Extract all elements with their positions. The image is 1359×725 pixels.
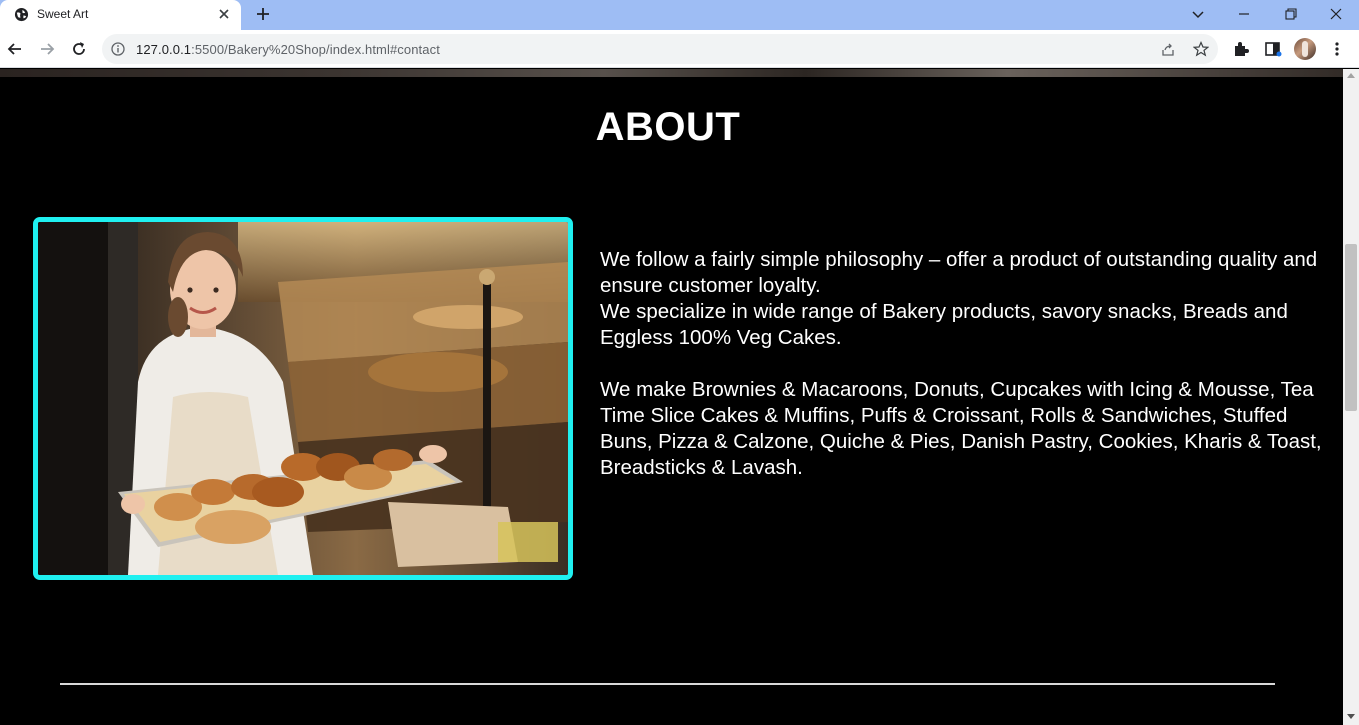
browser-tab[interactable]: Sweet Art	[0, 0, 241, 30]
star-icon[interactable]	[1193, 41, 1209, 57]
scroll-up-arrow-icon[interactable]	[1347, 73, 1355, 78]
forward-icon[interactable]	[37, 39, 57, 59]
about-paragraph-products: We make Brownies & Macaroons, Donuts, Cu…	[600, 378, 1322, 479]
baker-photo	[38, 222, 568, 575]
minimize-icon[interactable]	[1233, 4, 1255, 24]
url-text[interactable]: 127.0.0.1:5500/Bakery%20Shop/index.html#…	[136, 42, 440, 57]
scrollbar-thumb[interactable]	[1345, 244, 1357, 411]
previous-section-image-edge	[0, 69, 1343, 77]
window-close-icon[interactable]	[1325, 4, 1347, 24]
section-divider	[60, 683, 1275, 685]
scroll-down-arrow-icon[interactable]	[1347, 714, 1355, 719]
info-icon[interactable]	[111, 42, 125, 56]
browser-toolbar: 127.0.0.1:5500/Bakery%20Shop/index.html#…	[0, 30, 1359, 68]
sidebar-icon[interactable]	[1264, 40, 1282, 58]
share-icon[interactable]	[1160, 41, 1176, 57]
url-host: 127.0.0.1	[136, 42, 192, 57]
close-icon[interactable]	[216, 6, 232, 22]
tab-search-icon[interactable]	[1187, 4, 1209, 24]
tab-strip: Sweet Art	[0, 0, 1359, 30]
profile-avatar[interactable]	[1294, 38, 1316, 60]
puzzle-icon[interactable]	[1232, 40, 1250, 58]
url-path: :5500/Bakery%20Shop/index.html#contact	[191, 42, 440, 57]
page-viewport: ABOUT We follow a fairly simple philosop…	[0, 69, 1343, 725]
new-tab-icon[interactable]	[254, 5, 272, 23]
kebab-menu-icon[interactable]	[1328, 40, 1346, 58]
about-paragraph-philosophy: We follow a fairly simple philosophy – o…	[600, 248, 1318, 297]
reload-icon[interactable]	[69, 39, 89, 59]
about-image	[33, 217, 573, 580]
address-bar[interactable]: 127.0.0.1:5500/Bakery%20Shop/index.html#…	[102, 34, 1218, 64]
about-description: We follow a fairly simple philosophy – o…	[600, 247, 1342, 481]
about-paragraph-specialize: We specialize in wide range of Bakery pr…	[600, 300, 1288, 349]
globe-icon	[14, 7, 29, 22]
tab-title: Sweet Art	[37, 7, 89, 21]
back-icon[interactable]	[5, 39, 25, 59]
section-title: ABOUT	[595, 105, 741, 149]
restore-icon[interactable]	[1279, 4, 1301, 24]
